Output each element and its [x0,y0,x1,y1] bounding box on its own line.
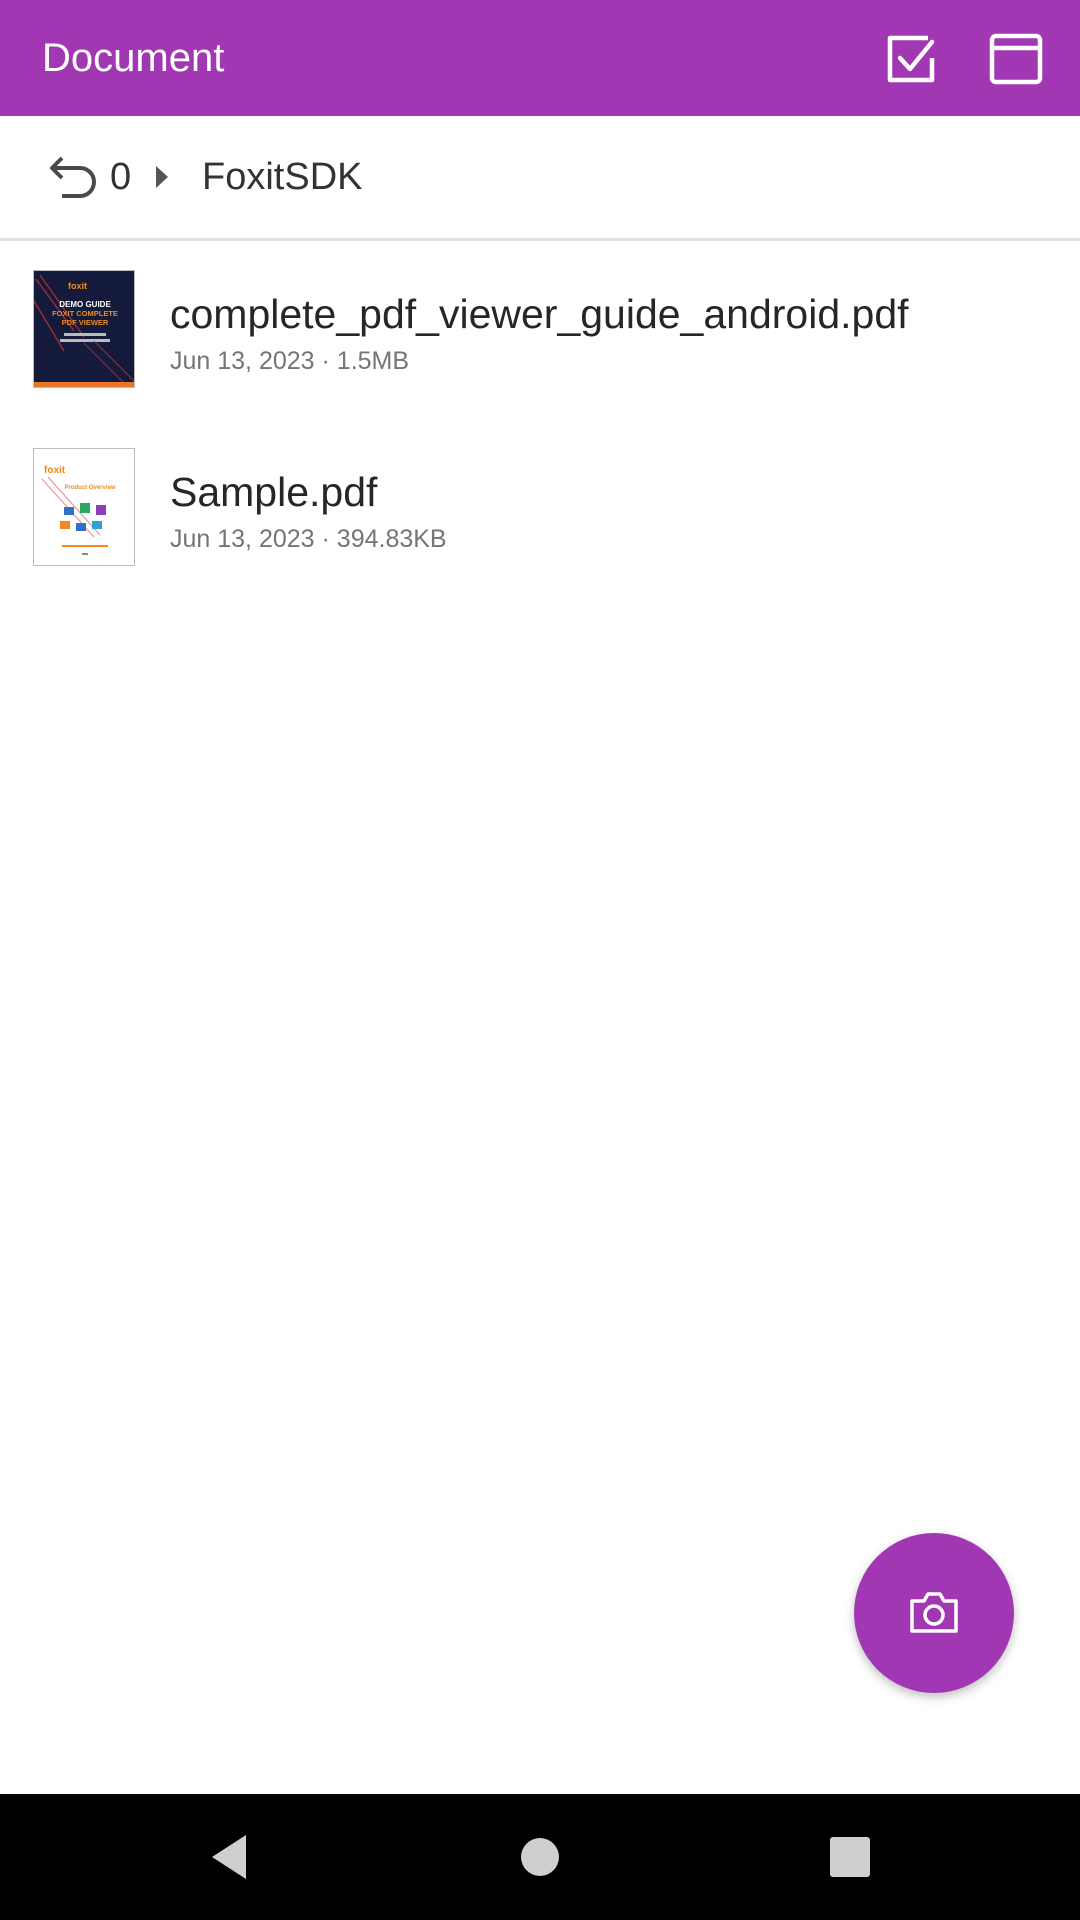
nav-home-button[interactable] [500,1817,580,1897]
breadcrumb-item-foxitsdk[interactable]: FoxitSDK [202,116,362,238]
svg-text:PDF VIEWER: PDF VIEWER [62,318,109,327]
pdf-thumbnail: foxit DEMO GUIDE FOXIT COMPLETE PDF VIEW… [33,270,135,388]
select-button[interactable] [876,24,944,92]
window-view-button[interactable] [982,24,1050,92]
back-triangle-icon [212,1835,246,1879]
svg-text:foxit: foxit [44,465,66,476]
file-name: complete_pdf_viewer_guide_android.pdf [170,291,909,337]
page-title: Document [42,36,225,80]
camera-icon [910,1592,958,1633]
chevron-right-icon [156,166,168,188]
svg-text:Product Overview: Product Overview [64,485,115,491]
list-item[interactable]: foxit Product Overview Sample.pdf Jun 13… [0,419,1080,597]
back-count: 0 [110,156,132,198]
camera-scan-button[interactable] [854,1533,1014,1693]
nav-recents-button[interactable] [810,1817,890,1897]
window-icon [989,33,1043,85]
svg-text:foxit: foxit [68,281,87,291]
recents-square-icon [830,1837,870,1877]
svg-text:FOXIT COMPLETE: FOXIT COMPLETE [52,309,118,318]
system-nav-bar [0,1794,1080,1920]
back-up-button[interactable] [40,146,104,210]
file-name: Sample.pdf [170,469,378,515]
nav-back-button[interactable] [190,1817,270,1897]
file-meta: Jun 13, 2023 · 1.5MB [170,347,410,375]
undo-arrow-icon [50,156,96,198]
pdf-cover-image: foxit Product Overview [34,449,134,565]
pdf-cover-image: foxit DEMO GUIDE FOXIT COMPLETE PDF VIEW… [34,271,134,387]
svg-text:DEMO GUIDE: DEMO GUIDE [59,300,111,309]
file-meta: Jun 13, 2023 · 394.83KB [170,525,447,553]
pdf-thumbnail: foxit Product Overview [33,448,135,566]
app-bar: Document [0,0,1080,116]
checkbox-select-icon [887,35,935,83]
list-item[interactable]: foxit DEMO GUIDE FOXIT COMPLETE PDF VIEW… [0,241,1080,419]
home-circle-icon [521,1838,559,1876]
breadcrumb: 0 FoxitSDK [0,116,1080,241]
